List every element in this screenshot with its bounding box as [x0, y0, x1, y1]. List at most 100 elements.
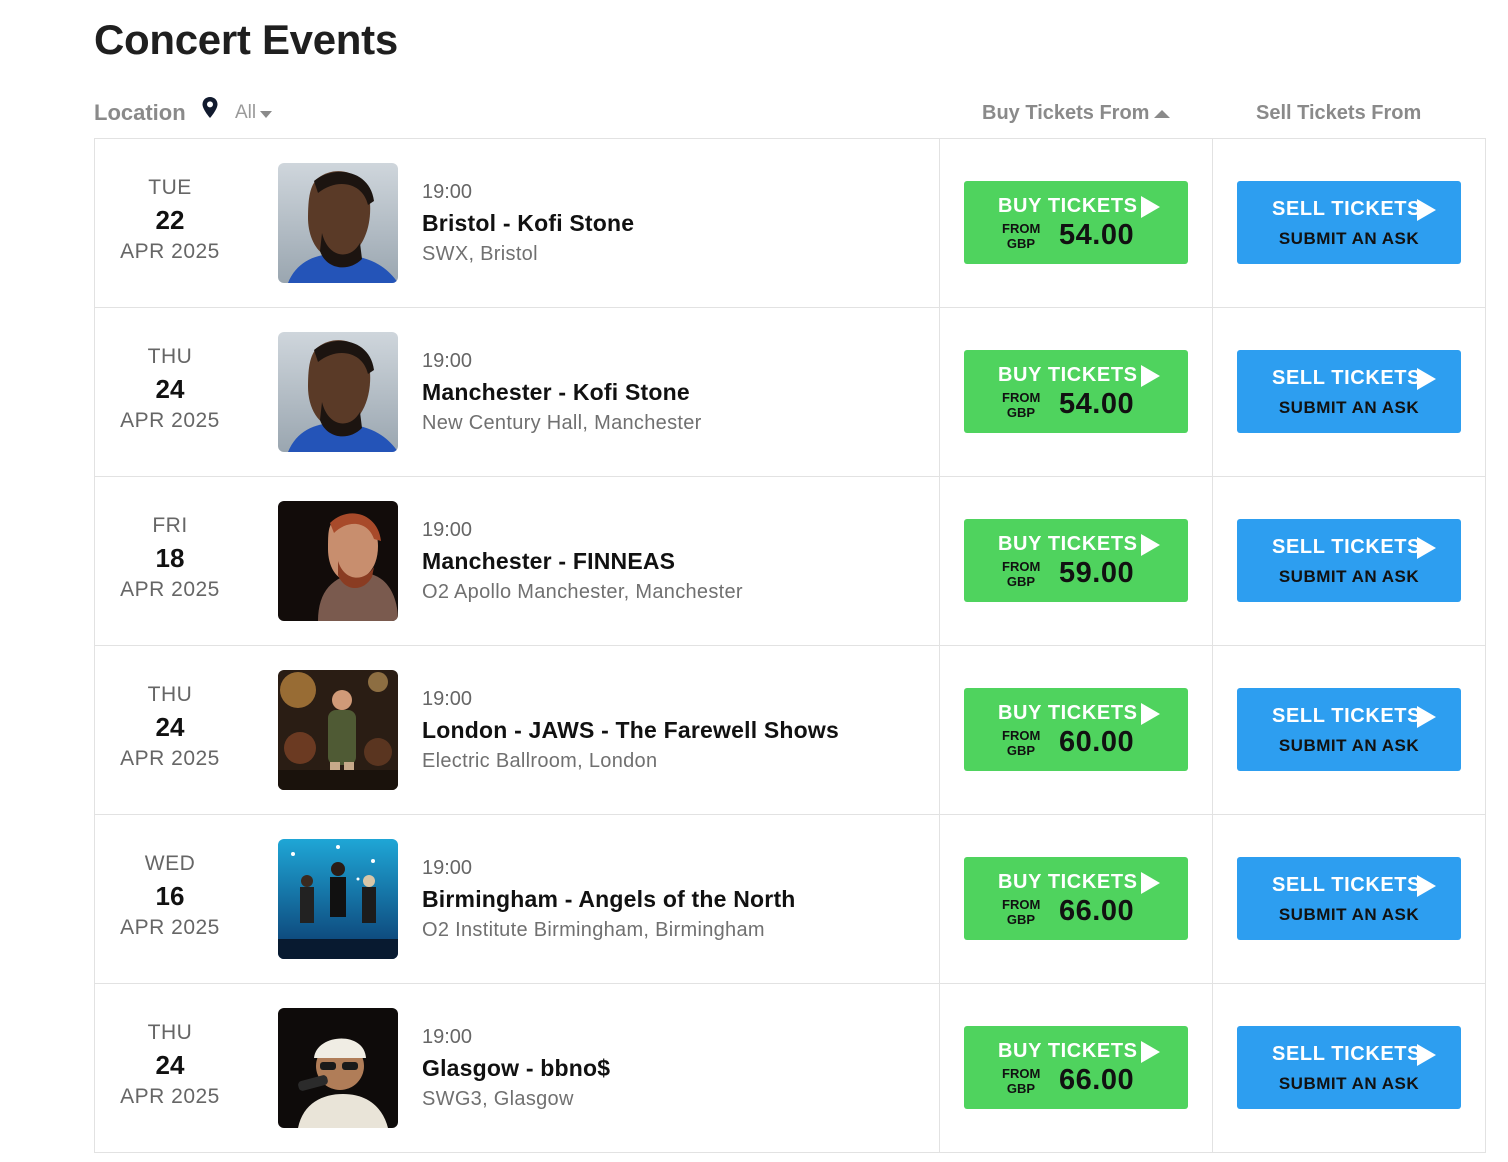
- event-title[interactable]: Birmingham - Angels of the North: [422, 881, 796, 917]
- event-month-year: APR 2025: [120, 578, 220, 601]
- submit-ask-label: SUBMIT AN ASK: [1278, 229, 1420, 248]
- buy-price: 54.00: [1059, 388, 1135, 420]
- event-info: 19:00 Birmingham - Angels of the North O…: [422, 855, 796, 943]
- currency-label: GBP: [1006, 574, 1036, 589]
- buy-price: 66.00: [1059, 1064, 1135, 1096]
- event-venue: Electric Ballroom, London: [422, 750, 658, 772]
- buy-tickets-button[interactable]: BUY TICKETS FROM GBP 59.00: [964, 519, 1188, 602]
- event-row[interactable]: FRI 18 APR 2025 19:00 Manchester - FINNE…: [94, 477, 1486, 646]
- buy-price: 54.00: [1059, 219, 1135, 251]
- column-divider: [939, 646, 940, 814]
- event-date: TUE 22 APR 2025: [95, 175, 245, 265]
- event-title[interactable]: London - JAWS - The Farewell Shows: [422, 712, 839, 748]
- play-arrow-icon: [1141, 196, 1160, 218]
- column-divider: [1212, 984, 1213, 1152]
- event-title[interactable]: Manchester - Kofi Stone: [422, 374, 702, 410]
- event-day: 22: [155, 205, 185, 235]
- buy-tickets-button[interactable]: BUY TICKETS FROM GBP 66.00: [964, 857, 1188, 940]
- event-row[interactable]: TUE 22 APR 2025 19:00 Bristol - Kofi Sto…: [94, 139, 1486, 308]
- event-time: 19:00: [422, 181, 473, 203]
- event-day-of-week: FRI: [152, 514, 188, 537]
- play-arrow-icon: [1417, 537, 1436, 559]
- submit-ask-label: SUBMIT AN ASK: [1278, 905, 1420, 924]
- event-row[interactable]: THU 24 APR 2025 19:00 Glasgow - bbno$ SW…: [94, 984, 1486, 1153]
- buy-tickets-label: BUY TICKETS: [998, 364, 1138, 386]
- column-divider: [1212, 815, 1213, 983]
- event-day-of-week: WED: [144, 852, 196, 875]
- event-venue: SWG3, Glasgow: [422, 1088, 574, 1110]
- sell-tickets-label: SELL TICKETS: [1272, 536, 1422, 558]
- sort-buy-tickets-from[interactable]: Buy Tickets From: [982, 102, 1171, 125]
- price-prefix: FROM GBP: [1002, 1066, 1040, 1096]
- location-label: Location: [94, 100, 186, 125]
- column-divider: [939, 984, 940, 1152]
- sell-tickets-label: SELL TICKETS: [1272, 198, 1422, 220]
- buy-tickets-button[interactable]: BUY TICKETS FROM GBP 60.00: [964, 688, 1188, 771]
- column-divider: [1212, 308, 1213, 476]
- event-day: 24: [155, 374, 185, 404]
- event-row[interactable]: THU 24 APR 2025 19:00 London - JAWS - Th…: [94, 646, 1486, 815]
- buy-price: 66.00: [1059, 895, 1135, 927]
- event-title[interactable]: Bristol - Kofi Stone: [422, 205, 634, 241]
- event-month-year: APR 2025: [120, 747, 220, 770]
- play-arrow-icon: [1141, 1041, 1160, 1063]
- buy-tickets-label: BUY TICKETS: [998, 533, 1138, 555]
- buy-tickets-label: BUY TICKETS: [998, 871, 1138, 893]
- event-day-of-week: THU: [147, 683, 193, 706]
- sell-tickets-label: SELL TICKETS: [1272, 874, 1422, 896]
- event-info: 19:00 Glasgow - bbno$ SWG3, Glasgow: [422, 1024, 610, 1112]
- from-label: FROM: [1002, 390, 1041, 405]
- column-divider: [1212, 477, 1213, 645]
- sell-tickets-button[interactable]: SELL TICKETS SUBMIT AN ASK: [1237, 688, 1461, 771]
- event-date: THU 24 APR 2025: [95, 1020, 245, 1110]
- event-month-year: APR 2025: [120, 409, 220, 432]
- event-day: 24: [155, 1050, 185, 1080]
- column-divider: [939, 477, 940, 645]
- buy-tickets-button[interactable]: BUY TICKETS FROM GBP 54.00: [964, 181, 1188, 264]
- sell-tickets-button[interactable]: SELL TICKETS SUBMIT AN ASK: [1237, 1026, 1461, 1109]
- play-arrow-icon: [1141, 872, 1160, 894]
- event-thumbnail[interactable]: [278, 1008, 398, 1128]
- event-date: FRI 18 APR 2025: [95, 513, 245, 603]
- event-title[interactable]: Glasgow - bbno$: [422, 1050, 610, 1086]
- column-divider: [939, 815, 940, 983]
- submit-ask-label: SUBMIT AN ASK: [1278, 736, 1420, 755]
- event-title[interactable]: Manchester - FINNEAS: [422, 543, 743, 579]
- from-label: FROM: [1002, 221, 1041, 236]
- location-filter-dropdown[interactable]: All: [235, 102, 273, 124]
- currency-label: GBP: [1006, 405, 1036, 420]
- buy-price: 59.00: [1059, 557, 1135, 589]
- currency-label: GBP: [1006, 1081, 1036, 1096]
- play-arrow-icon: [1417, 199, 1436, 221]
- from-label: FROM: [1002, 897, 1041, 912]
- from-label: FROM: [1002, 1066, 1041, 1081]
- event-date: THU 24 APR 2025: [95, 344, 245, 434]
- sell-tickets-button[interactable]: SELL TICKETS SUBMIT AN ASK: [1237, 857, 1461, 940]
- event-row[interactable]: WED 16 APR 2025 19:00 Birmingham - Angel…: [94, 815, 1486, 984]
- event-thumbnail[interactable]: [278, 163, 398, 283]
- sell-tickets-button[interactable]: SELL TICKETS SUBMIT AN ASK: [1237, 519, 1461, 602]
- column-divider: [1212, 139, 1213, 307]
- currency-label: GBP: [1006, 236, 1036, 251]
- event-thumbnail[interactable]: [278, 501, 398, 621]
- event-thumbnail[interactable]: [278, 332, 398, 452]
- buy-tickets-label: BUY TICKETS: [998, 702, 1138, 724]
- buy-tickets-button[interactable]: BUY TICKETS FROM GBP 66.00: [964, 1026, 1188, 1109]
- event-day: 16: [155, 881, 185, 911]
- sell-tickets-button[interactable]: SELL TICKETS SUBMIT AN ASK: [1237, 181, 1461, 264]
- map-pin-icon: [202, 97, 218, 118]
- buy-tickets-label: BUY TICKETS: [998, 195, 1138, 217]
- event-month-year: APR 2025: [120, 240, 220, 263]
- event-time: 19:00: [422, 857, 473, 879]
- event-time: 19:00: [422, 688, 473, 710]
- event-info: 19:00 Manchester - FINNEAS O2 Apollo Man…: [422, 517, 743, 605]
- event-thumbnail[interactable]: [278, 670, 398, 790]
- submit-ask-label: SUBMIT AN ASK: [1278, 1074, 1420, 1093]
- sort-ascending-icon: [1154, 109, 1171, 118]
- sell-tickets-button[interactable]: SELL TICKETS SUBMIT AN ASK: [1237, 350, 1461, 433]
- price-prefix: FROM GBP: [1002, 897, 1040, 927]
- event-day: 24: [155, 712, 185, 742]
- buy-tickets-button[interactable]: BUY TICKETS FROM GBP 54.00: [964, 350, 1188, 433]
- event-thumbnail[interactable]: [278, 839, 398, 959]
- event-row[interactable]: THU 24 APR 2025 19:00 Manchester - Kofi …: [94, 308, 1486, 477]
